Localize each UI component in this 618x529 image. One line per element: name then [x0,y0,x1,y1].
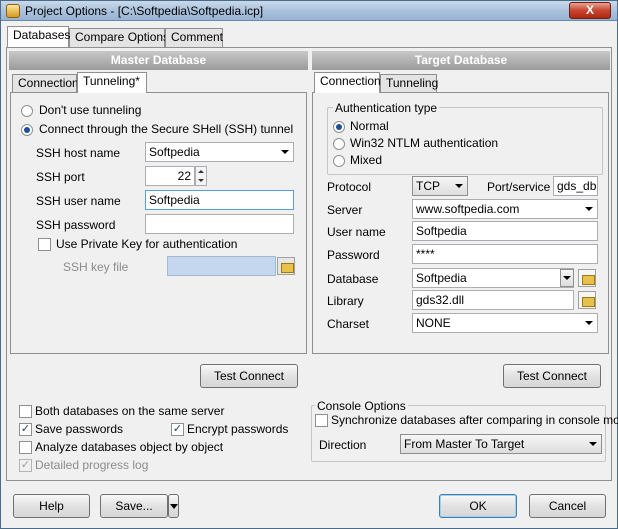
target-tab-tunneling[interactable]: Tunneling [380,74,438,93]
save-passwords-label: Save passwords [35,422,124,436]
master-tab-connection[interactable]: Connection [12,74,79,93]
user-name-input[interactable]: Softpedia [412,221,598,241]
protocol-label: Protocol [327,180,372,194]
same-server-checkbox[interactable] [19,405,32,418]
browse-database-icon[interactable] [578,269,596,287]
chevron-down-icon [281,150,289,154]
chevron-down-icon [585,207,593,211]
app-icon [6,4,20,18]
spin-down-icon [198,179,204,182]
ssh-host-label: SSH host name [36,146,121,160]
library-label: Library [327,294,364,308]
analyze-checkbox[interactable] [19,441,32,454]
tab-comment[interactable]: Comment [165,28,223,47]
library-input[interactable]: gds32.dll [412,290,574,310]
auth-normal-radio[interactable] [333,121,345,133]
cancel-button[interactable]: Cancel [529,494,606,518]
chevron-down-icon [589,442,597,446]
target-test-connect-button[interactable]: Test Connect [503,364,601,388]
port-service-label: Port/service [487,180,551,194]
charset-combo[interactable]: NONE [412,313,598,333]
chevron-down-icon [170,504,178,509]
sync-checkbox[interactable] [315,414,328,427]
databases-panel: Master Database Connection Tunneling* Do… [6,47,618,481]
tab-databases[interactable]: Databases [7,26,70,47]
ok-button[interactable]: OK [439,494,517,518]
title-bar[interactable]: Project Options - [C:\Softpedia\Softpedi… [1,1,617,21]
ssh-password-input[interactable] [145,214,294,234]
charset-label: Charset [327,317,370,331]
window-title: Project Options - [C:\Softpedia\Softpedi… [25,4,264,18]
chevron-down-icon [455,184,463,188]
password-input[interactable]: **** [412,244,598,264]
master-test-connect-button[interactable]: Test Connect [200,364,298,388]
ssh-port-label: SSH port [36,170,85,184]
master-tab-tunneling[interactable]: Tunneling* [77,72,147,93]
spin-up-icon [198,170,204,173]
auth-ntlm-label: Win32 NTLM authentication [350,136,499,150]
private-key-label: Use Private Key for authentication [56,237,238,251]
ssh-key-file-input[interactable] [167,256,276,276]
no-tunnel-label: Don't use tunneling [39,103,142,117]
encrypt-passwords-label: Encrypt passwords [187,422,289,436]
direction-combo[interactable]: From Master To Target [400,434,602,454]
auth-mixed-radio[interactable] [333,155,345,167]
auth-normal-label: Normal [350,119,389,133]
charset-value: NONE [416,316,451,330]
save-menu-button[interactable] [168,494,179,518]
target-tab-connection[interactable]: Connection [314,72,381,93]
master-header: Master Database [9,51,308,70]
tab-compare-options[interactable]: Compare Options [69,28,169,47]
password-label: Password [327,248,380,262]
server-combo[interactable]: www.softpedia.com [412,199,598,219]
ssh-tunnel-radio[interactable] [21,124,33,136]
server-label: Server [327,203,363,217]
analyze-label: Analyze databases object by object [35,440,224,454]
no-tunnel-radio[interactable] [21,105,33,117]
save-passwords-checkbox[interactable]: ✓ [19,423,32,436]
browse-library-icon[interactable] [578,291,596,309]
same-server-label: Both databases on the same server [35,404,225,418]
auth-type-title: Authentication type [333,101,440,115]
ssh-key-file-label: SSH key file [63,260,129,274]
detailed-log-label: Detailed progress log [35,458,149,472]
browse-key-file-icon[interactable] [277,257,295,275]
auth-ntlm-radio[interactable] [333,138,345,150]
save-button[interactable]: Save... [100,494,168,518]
project-options-window: Project Options - [C:\Softpedia\Softpedi… [0,0,618,529]
ssh-port-spinner[interactable] [195,166,207,186]
user-name-label: User name [327,225,386,239]
sync-label: Synchronize databases after comparing in… [331,413,618,427]
help-button[interactable]: Help [13,494,90,518]
database-combo[interactable]: Softpedia [412,268,574,288]
master-tunnel-panel: Don't use tunneling Connect through the … [10,92,307,354]
database-label: Database [327,272,379,286]
ssh-user-input[interactable]: Softpedia [145,190,294,210]
close-button[interactable]: X [569,2,611,19]
direction-value: From Master To Target [404,437,525,451]
server-value: www.softpedia.com [416,202,520,216]
auth-mixed-label: Mixed [350,153,383,167]
protocol-combo[interactable]: TCP [412,176,468,196]
database-value: Softpedia [416,271,467,285]
private-key-checkbox[interactable] [38,238,51,251]
port-service-input[interactable]: gds_db [553,176,598,196]
encrypt-passwords-checkbox[interactable]: ✓ [171,423,184,436]
ssh-user-label: SSH user name [36,194,121,208]
chevron-down-icon [563,276,571,280]
ssh-port-input[interactable]: 22 [145,166,195,186]
ssh-password-label: SSH password [36,218,116,232]
target-header: Target Database [312,51,610,70]
console-options-title: Console Options [315,399,408,413]
direction-label: Direction [319,438,367,452]
target-connection-panel: Authentication type Normal Win32 NTLM au… [312,92,609,354]
ssh-tunnel-label: Connect through the Secure SHell (SSH) t… [39,122,294,136]
protocol-value: TCP [416,179,440,193]
ssh-host-combo[interactable]: Softpedia [145,142,294,162]
database-dropdown-button[interactable] [560,269,574,287]
detailed-log-checkbox[interactable]: ✓ [19,459,32,472]
ssh-host-value: Softpedia [149,145,200,159]
chevron-down-icon [585,321,593,325]
